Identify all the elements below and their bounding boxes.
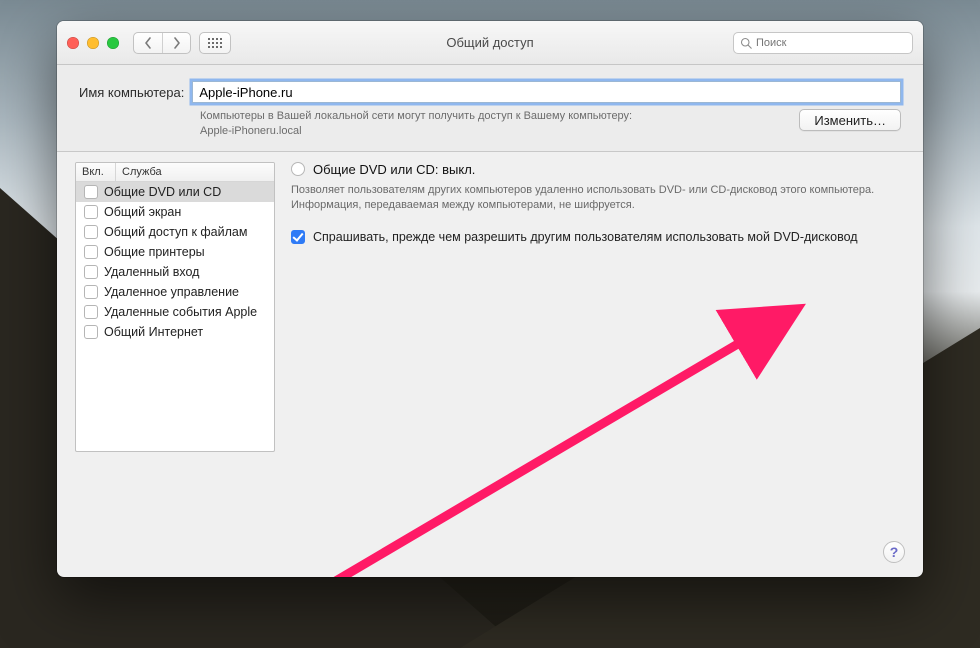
search-input[interactable] [756, 37, 906, 49]
sharing-preferences-window: Общий доступ Имя компьютера: Компьютеры … [57, 21, 923, 577]
nav-forward-button[interactable] [162, 33, 190, 53]
computer-name-input[interactable] [192, 81, 901, 103]
edit-hostname-button[interactable]: Изменить… [799, 109, 901, 131]
window-toolbar: Общий доступ [57, 21, 923, 65]
ask-before-share-row[interactable]: Спрашивать, прежде чем разрешить другим … [291, 229, 905, 247]
service-row-label: Общие принтеры [104, 245, 205, 259]
zoom-window-button[interactable] [107, 37, 119, 49]
service-row-label: Удаленное управление [104, 285, 239, 299]
service-row[interactable]: Общие DVD или CD [76, 182, 274, 202]
service-enable-checkbox[interactable] [84, 305, 98, 319]
main-body: Вкл. Служба Общие DVD или CDОбщий экранО… [57, 152, 923, 577]
service-row[interactable]: Удаленное управление [76, 282, 274, 302]
search-icon [740, 37, 752, 49]
close-window-button[interactable] [67, 37, 79, 49]
help-button[interactable]: ? [883, 541, 905, 563]
service-detail-title: Общие DVD или CD: выкл. [313, 162, 475, 177]
service-row[interactable]: Общие принтеры [76, 242, 274, 262]
service-enable-checkbox[interactable] [84, 265, 98, 279]
service-row[interactable]: Удаленный вход [76, 262, 274, 282]
ask-before-share-label: Спрашивать, прежде чем разрешить другим … [313, 229, 858, 247]
services-table-header: Вкл. Служба [76, 163, 274, 182]
services-col-service: Служба [116, 163, 274, 181]
service-row-label: Общий Интернет [104, 325, 203, 339]
service-row-label: Общие DVD или CD [104, 185, 221, 199]
chevron-right-icon [173, 37, 181, 49]
services-table: Вкл. Служба Общие DVD или CDОбщий экранО… [75, 162, 275, 452]
computer-name-label: Имя компьютера: [79, 85, 184, 100]
nav-back-button[interactable] [134, 33, 162, 53]
services-list: Общие DVD или CD Общий экран Общий доступ … [76, 182, 274, 342]
service-enable-checkbox[interactable] [84, 245, 98, 259]
service-status-radio [291, 162, 305, 176]
computer-name-subtext: Компьютеры в Вашей локальной сети могут … [200, 109, 640, 139]
service-row-label: Общий доступ к файлам [104, 225, 247, 239]
computer-name-panel: Имя компьютера: Компьютеры в Вашей локал… [57, 65, 923, 152]
service-detail-desc: Позволяет пользователям других компьютер… [291, 183, 905, 214]
search-field[interactable] [733, 32, 913, 54]
service-enable-checkbox[interactable] [84, 185, 98, 199]
service-row-label: Общий экран [104, 205, 181, 219]
chevron-left-icon [144, 37, 152, 49]
nav-back-forward [133, 32, 191, 54]
service-enable-checkbox[interactable] [84, 285, 98, 299]
service-row-label: Удаленный вход [104, 265, 199, 279]
service-detail: Общие DVD или CD: выкл. Позволяет пользо… [291, 162, 905, 559]
service-row[interactable]: Общий экран [76, 202, 274, 222]
service-row[interactable]: Общий доступ к файлам [76, 222, 274, 242]
service-row[interactable]: Удаленные события Apple [76, 302, 274, 322]
service-enable-checkbox[interactable] [84, 205, 98, 219]
service-enable-checkbox[interactable] [84, 325, 98, 339]
window-traffic-lights [67, 37, 119, 49]
service-row[interactable]: Общий Интернет [76, 322, 274, 342]
show-all-prefs-button[interactable] [199, 32, 231, 54]
services-col-on: Вкл. [76, 163, 116, 181]
grid-icon [208, 38, 222, 48]
service-row-label: Удаленные события Apple [104, 305, 257, 319]
minimize-window-button[interactable] [87, 37, 99, 49]
service-enable-checkbox[interactable] [84, 225, 98, 239]
ask-before-share-checkbox[interactable] [291, 230, 305, 244]
